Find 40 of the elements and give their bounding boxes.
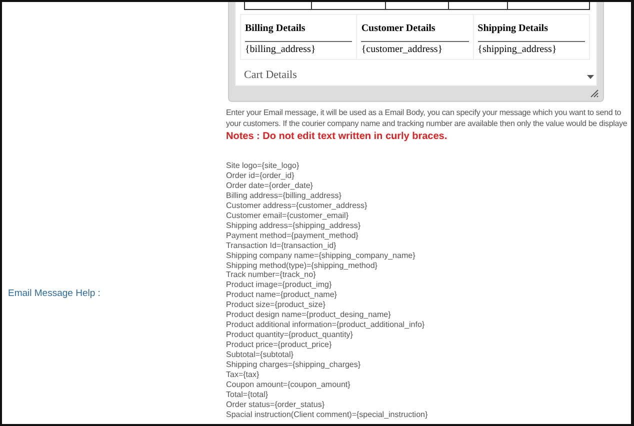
placeholder-entry: Product design name={product_desing_name} (226, 310, 391, 320)
placeholder-entry: Transaction Id={transaction_id} (226, 240, 336, 251)
rich-text-editor[interactable]: Billing Details {billing_address} Customer Details {customer_address} Shipping Details {shipping_address} Cart Details (228, 2, 604, 102)
placeholder-entry: Product additional information={product_additional_info} (226, 320, 425, 330)
placeholder-entry: Track number={track_no} (226, 270, 316, 280)
placeholder-entry: Order date={order_date} (226, 180, 313, 191)
help-label: Email Message Help : (8, 288, 100, 299)
placeholder-entry: Customer email={customer_email} (226, 210, 348, 221)
placeholder-entry: Product image={product_img} (226, 280, 332, 290)
placeholder-entry: Coupon amount={coupon_amount} (226, 380, 350, 390)
column-heading: Customer Details (361, 23, 469, 42)
placeholder-entry: Product quantity={product_quantity} (226, 330, 353, 340)
placeholder-entry: Product size={product_size} (226, 300, 326, 310)
table-cell-text: {shipping_address} (478, 43, 558, 55)
resize-grip-icon[interactable] (590, 89, 599, 98)
placeholder-entry: Payment method={payment_method} (226, 230, 358, 241)
placeholder-entry: Subtotal={subtotal} (226, 350, 294, 360)
placeholder-entry: Billing address={billing_address} (226, 190, 342, 201)
placeholder-entry: Total={total} (226, 390, 268, 400)
placeholder-entry: Shipping method(type)={shipping_method} (226, 260, 378, 270)
placeholder-entry: Shipping company name={shipping_company_name} (226, 250, 416, 261)
table-cell-text: {customer_address} (361, 43, 444, 55)
column-heading: Billing Details (245, 23, 352, 42)
placeholder-entry: Customer address={customer_address} (226, 200, 368, 211)
placeholder-entry: Order id={order_id} (226, 170, 294, 181)
description-text: your customers. If the courier company name and tracking number are available then only the value would be displaye (226, 118, 628, 129)
placeholder-entry: Product price={product_price} (226, 340, 332, 350)
placeholder-entry: Spacial instruction(Client comment)={special_instruction} (226, 410, 428, 420)
table-cell-text: {billing_address} (245, 43, 317, 55)
placeholder-entry: Site logo={site_logo} (226, 161, 300, 171)
placeholder-entry: Tax={tax} (226, 370, 260, 380)
scroll-down-arrow-icon[interactable] (587, 75, 594, 80)
column-heading: Shipping Details (478, 23, 585, 42)
placeholder-entry: Shipping address={shipping_address} (226, 220, 361, 231)
section-heading: Cart Details (244, 69, 297, 81)
description-text: Enter your Email message, it will be used as a Email Body, you can specify your message which you want to send to (226, 107, 622, 118)
placeholder-entry: Product name={product_name} (226, 290, 337, 300)
placeholder-entry: Order status={order_status} (226, 400, 324, 410)
placeholder-entry: Shipping charges={shipping_charges} (226, 360, 361, 370)
warning-note: Notes : Do not edit text written in curly braces. (226, 131, 448, 142)
